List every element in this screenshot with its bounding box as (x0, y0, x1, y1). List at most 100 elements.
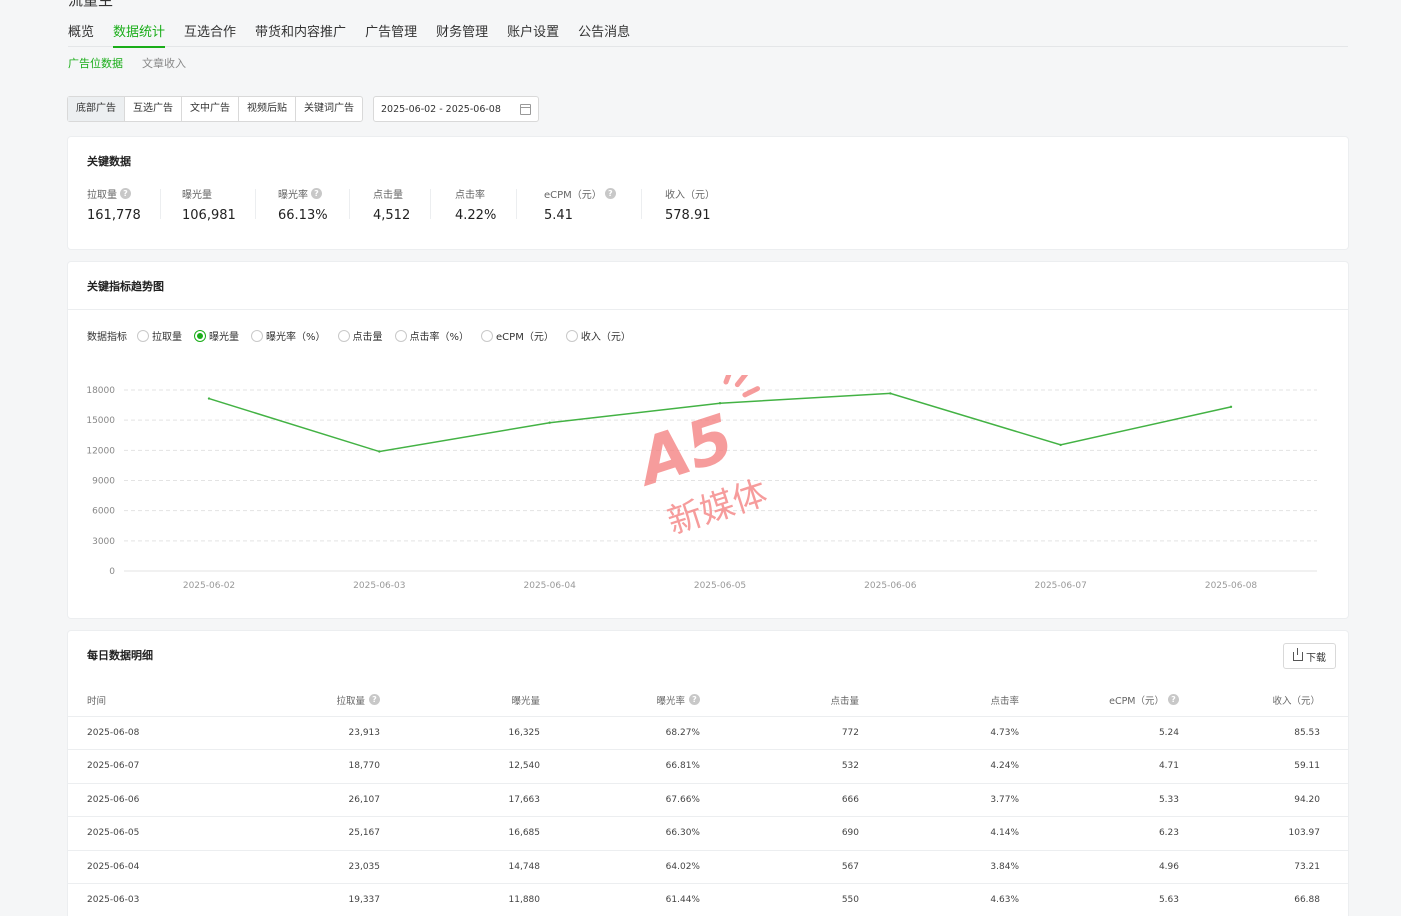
column-header-inner: 收入（元） (1272, 693, 1320, 707)
help-icon[interactable]: ? (689, 694, 700, 706)
table-cell: 2025-06-05 (68, 816, 198, 851)
table-cell: 532 (700, 749, 859, 784)
table-cell: 16,325 (380, 716, 540, 750)
data-point (889, 392, 892, 395)
ad-tab-3[interactable]: 视频后贴 (239, 97, 296, 121)
metric-label-wrap: 点击率 (455, 186, 496, 201)
table-cell: 103.97 (1179, 816, 1348, 851)
table-row: 2025-06-04 23,035 14,748 64.02% 567 3.84% 4.96… (68, 850, 1348, 884)
sub-nav-item-1[interactable]: 文章收入 (142, 55, 186, 71)
table-cell: 3.77% (859, 783, 1019, 817)
nav-item-0[interactable]: 概览 (68, 22, 94, 47)
metric-divider (641, 189, 642, 219)
x-tick-label: 2025-06-02 (183, 581, 235, 591)
help-icon[interactable]: ? (120, 188, 131, 199)
metric-divider (255, 189, 256, 219)
help-icon[interactable]: ? (311, 188, 322, 199)
table-cell: 772 (700, 716, 859, 750)
table-row: 2025-06-05 25,167 16,685 66.30% 690 4.14% 6.23… (68, 816, 1348, 851)
metric-label: 曝光率 (278, 190, 308, 201)
data-point (548, 421, 551, 424)
table-cell: 25,167 (198, 816, 380, 851)
table-cell: 11,880 (380, 883, 540, 916)
y-tick-label: 12000 (86, 446, 115, 456)
table-cell: 26,107 (198, 783, 380, 817)
metric-value: 161,778 (87, 208, 141, 223)
calendar-icon[interactable] (520, 103, 531, 115)
metric-value: 66.13% (278, 208, 328, 223)
x-tick-label: 2025-06-08 (1205, 581, 1258, 591)
column-header-2: 曝光量 (380, 684, 540, 717)
metric-3: 点击量 4,512 (373, 186, 410, 223)
trend-line-chart: 0 3000 6000 9000 12000 15000 18000 2025-06-02 20… (86, 386, 1317, 591)
date-range-text: 2025-06-02 - 2025-06-08 (381, 103, 501, 115)
nav-item-1[interactable]: 数据统计 (113, 22, 166, 48)
column-header-4: 点击量 (700, 684, 859, 717)
column-header-label: 点击率 (990, 695, 1019, 707)
data-point (1229, 405, 1233, 409)
nav-item-2[interactable]: 互选合作 (184, 22, 236, 47)
ad-tab-0[interactable]: 底部广告 (68, 97, 125, 121)
column-header-0: 时间 (68, 684, 198, 717)
date-range-picker[interactable]: 2025-06-02 - 2025-06-08 (373, 96, 539, 122)
page-title-clipped: 流量主 (68, 0, 114, 9)
table-cell: 5.33 (1019, 783, 1179, 817)
column-header-inner: 拉取量? (336, 693, 380, 707)
ad-tab-2[interactable]: 文中广告 (182, 97, 239, 121)
table-cell: 61.44% (540, 883, 700, 916)
column-header-3: 曝光率? (540, 684, 700, 717)
metric-divider (516, 189, 517, 219)
table-cell: 12,540 (380, 749, 540, 784)
x-tick-label: 2025-06-04 (524, 581, 577, 591)
x-tick-label: 2025-06-05 (694, 581, 746, 591)
daily-detail-card: 每日数据明细 下载 时间 拉取量? 曝光量 曝光率? 点击量 点击率 eCPM（元）? 收入（… (68, 631, 1348, 916)
nav-item-5[interactable]: 财务管理 (436, 22, 488, 47)
nav-item-4[interactable]: 广告管理 (365, 22, 417, 47)
table-cell: 2025-06-03 (68, 883, 198, 916)
metric-divider (160, 189, 161, 219)
column-header-label: 曝光量 (511, 695, 540, 707)
column-header-inner: 曝光量 (511, 693, 540, 707)
nav-item-3[interactable]: 带货和内容推广 (255, 22, 346, 47)
filter-row: 底部广告 互选广告 文中广告 视频后贴 关键词广告 2025-06-02 - 2025-… (67, 96, 539, 122)
y-tick-label: 6000 (92, 507, 115, 517)
x-tick-label: 2025-06-03 (353, 581, 405, 591)
nav-item-7[interactable]: 公告消息 (578, 22, 630, 47)
ad-tab-1[interactable]: 互选广告 (125, 97, 182, 121)
y-tick-label: 0 (109, 567, 115, 577)
ad-type-tabs: 底部广告 互选广告 文中广告 视频后贴 关键词广告 (67, 96, 363, 122)
metric-label-wrap: 点击量 (373, 186, 410, 201)
table-cell: 5.63 (1019, 883, 1179, 916)
table-cell: 66.88 (1179, 883, 1348, 916)
column-header-label: 时间 (87, 695, 107, 707)
table-cell: 59.11 (1179, 749, 1348, 784)
trend-card: 关键指标趋势图 数据指标 拉取量 曝光量 曝光率（%） 点击量 点击率（%） eCPM（元… (68, 262, 1348, 618)
column-header-label: 收入（元） (1272, 695, 1320, 707)
help-icon[interactable]: ? (369, 694, 380, 706)
table-cell: 85.53 (1179, 716, 1348, 750)
table-cell: 4.71 (1019, 749, 1179, 784)
table-cell: 6.23 (1019, 816, 1179, 851)
help-icon[interactable]: ? (604, 188, 616, 199)
download-icon (1293, 647, 1303, 661)
download-label: 下载 (1306, 652, 1326, 664)
column-header-inner: 曝光率? (656, 693, 700, 707)
download-button[interactable]: 下载 (1283, 643, 1336, 669)
nav-item-6[interactable]: 账户设置 (507, 22, 559, 47)
table-cell: 4.96 (1019, 850, 1179, 884)
table-header-row: 时间 拉取量? 曝光量 曝光率? 点击量 点击率 eCPM（元）? 收入（元） (68, 684, 1348, 717)
ad-tab-4[interactable]: 关键词广告 (296, 97, 362, 121)
metric-label: 拉取量 (87, 190, 117, 201)
metric-label: 点击率 (455, 190, 485, 201)
table-cell: 4.63% (859, 883, 1019, 916)
table-cell: 3.84% (859, 850, 1019, 884)
help-icon[interactable]: ? (1168, 694, 1179, 706)
table-cell: 67.66% (540, 783, 700, 817)
sub-nav-item-0[interactable]: 广告位数据 (68, 55, 123, 71)
metric-label: 点击量 (373, 190, 403, 201)
table-cell: 73.21 (1179, 850, 1348, 884)
metric-label: eCPM（元） (544, 190, 602, 201)
data-point (1059, 443, 1062, 447)
y-tick-label: 9000 (92, 477, 115, 487)
column-header-6: eCPM（元）? (1019, 684, 1179, 717)
